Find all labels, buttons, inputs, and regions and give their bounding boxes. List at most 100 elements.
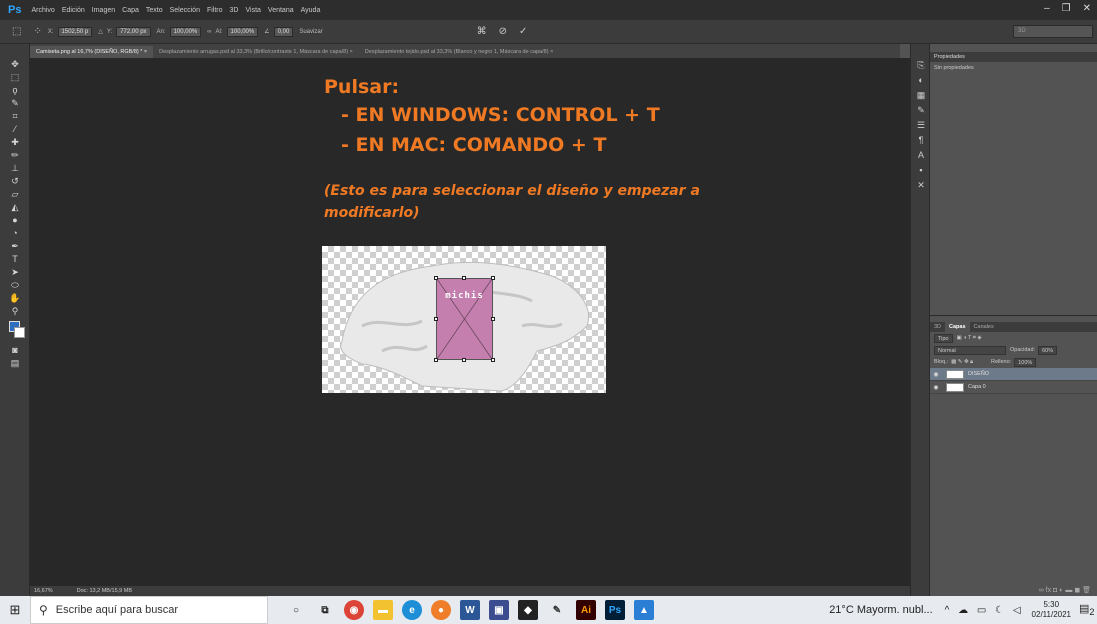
transform-handle-tc[interactable] [462, 276, 466, 280]
y-field[interactable]: 772,00 px [116, 26, 151, 37]
height-field[interactable]: 100,00% [226, 26, 259, 37]
menu-edicion[interactable]: Edición [62, 7, 85, 14]
color-swatches[interactable] [0, 318, 30, 344]
blur-tool-icon[interactable]: ● [0, 214, 30, 227]
history-icon[interactable]: ⎘ [911, 58, 931, 73]
link-icon[interactable]: ∞ [207, 29, 211, 35]
tab-capas[interactable]: Capas [945, 322, 970, 332]
brushes-icon[interactable]: ✎ [911, 103, 931, 118]
properties-title[interactable]: Propiedades [930, 52, 1097, 62]
tab-canales[interactable]: Canales [970, 322, 998, 332]
edge-icon[interactable]: e [402, 600, 422, 620]
cancel-icon[interactable]: ⊘ [499, 26, 507, 37]
clock[interactable]: 5:30 02/11/2021 [1032, 600, 1071, 620]
tray-icons[interactable]: ^ ☁ ▭ ☾ ◁ [945, 605, 1024, 616]
document-image[interactable]: michis [322, 246, 606, 393]
visibility-eye-icon[interactable]: ◉ [930, 371, 942, 378]
app-icon-pen[interactable]: ✎ [547, 600, 567, 620]
pen-tool-icon[interactable]: ✒ [0, 240, 30, 253]
taskbar-search[interactable]: ⚲ Escribe aquí para buscar [30, 596, 268, 624]
menu-filtro[interactable]: Filtro [207, 7, 223, 14]
gradient-tool-icon[interactable]: ◭ [0, 201, 30, 214]
transform-handle-br[interactable] [491, 358, 495, 362]
layer-actions[interactable]: ∞ fx ◘ ◐ ▬ ◼ 🗑︎ [930, 586, 1097, 594]
marquee-tool-icon[interactable]: ⬚ [0, 71, 30, 84]
file-explorer-icon[interactable]: ▬ [373, 600, 393, 620]
tab-desplazamiento-tejido[interactable]: Desplazamiento tejido.psd al 33,3% (Blan… [359, 46, 559, 58]
layer-filter-select[interactable]: Tipo [934, 333, 953, 343]
maps-icon[interactable]: ● [431, 600, 451, 620]
path-select-tool-icon[interactable]: ➤ [0, 266, 30, 279]
adjustments-icon[interactable]: ☰ [911, 118, 931, 133]
transform-handle-tr[interactable] [491, 276, 495, 280]
transform-handle-mr[interactable] [491, 317, 495, 321]
photos-icon[interactable]: ▲ [634, 600, 654, 620]
warp-icon[interactable]: ⌘ [477, 26, 487, 37]
menu-3d[interactable]: 3D [230, 7, 239, 14]
cortana-icon[interactable]: ○ [286, 600, 306, 620]
background-color[interactable] [14, 327, 25, 338]
visibility-eye-icon[interactable]: ◉ [930, 384, 942, 391]
menu-imagen[interactable]: Imagen [92, 7, 115, 14]
quick-select-tool-icon[interactable]: ✎ [0, 97, 30, 110]
hand-tool-icon[interactable]: ✋ [0, 292, 30, 305]
menu-capa[interactable]: Capa [122, 7, 139, 14]
x-field[interactable]: 1502,50 p [57, 26, 93, 37]
quick-mask-icon[interactable]: ◙ [0, 344, 30, 357]
blend-mode-select[interactable]: Normal [934, 345, 1006, 355]
lock-icons[interactable]: ▩ ✎ ✥ 🔒︎ [951, 359, 973, 366]
app-icon-diamond[interactable]: ◆ [518, 600, 538, 620]
layer-comps-icon[interactable]: ▪ [911, 163, 931, 178]
doc-size[interactable]: Doc: 13,2 MB/15,9 MB [73, 588, 132, 594]
workspace-field[interactable]: 3D [1013, 25, 1093, 38]
tab-3d[interactable]: 3D [930, 322, 945, 332]
transform-handle-tl[interactable] [434, 276, 438, 280]
windows-start-icon[interactable]: ⊞ [0, 602, 30, 618]
layer-diseno[interactable]: ◉ DISEÑO [930, 368, 1097, 381]
color-icon[interactable]: ◐ [911, 73, 931, 88]
chrome-icon[interactable]: ◉ [344, 600, 364, 620]
notification-icon[interactable]: ▤2 [1079, 602, 1097, 617]
fill-field[interactable]: 100% [1014, 357, 1037, 367]
filter-icons[interactable]: ▣ ◑ T ⌗ ◈ [957, 335, 982, 342]
healing-tool-icon[interactable]: ✚ [0, 136, 30, 149]
menu-ventana[interactable]: Ventana [268, 7, 294, 14]
smooth-label[interactable]: Suavizar [299, 29, 322, 35]
canvas-area[interactable]: Pulsar: - EN WINDOWS: CONTROL + T - EN M… [30, 58, 910, 586]
history-brush-tool-icon[interactable]: ↺ [0, 175, 30, 188]
design-layer[interactable]: michis [434, 276, 495, 362]
tab-desplazamiento-arrugas[interactable]: Desplazamiento arrugas.psd al 33,3% (Bri… [153, 46, 359, 58]
close-icon[interactable]: ✕ [1083, 3, 1091, 14]
photoshop-taskbar-icon[interactable]: Ps [605, 600, 625, 620]
screen-mode-icon[interactable]: ▤ [0, 357, 30, 370]
illustrator-icon[interactable]: Ai [576, 600, 596, 620]
opacity-field[interactable]: 60% [1038, 345, 1058, 355]
layer-capa-0[interactable]: ◉ Capa 0 [930, 381, 1097, 394]
menu-texto[interactable]: Texto [146, 7, 163, 14]
commit-icon[interactable]: ✓ [519, 26, 527, 37]
swatches-icon[interactable]: ▦ [911, 88, 931, 103]
transform-handle-bl[interactable] [434, 358, 438, 362]
transform-handle-ml[interactable] [434, 317, 438, 321]
reference-point-icon[interactable]: ⁘ [33, 26, 41, 37]
zoom-tool-icon[interactable]: ⚲ [0, 305, 30, 318]
character-icon[interactable]: A [911, 148, 931, 163]
shape-tool-icon[interactable]: ⬭ [0, 279, 30, 292]
weather-widget[interactable]: 21°C Mayorm. nubl... [829, 604, 932, 616]
transform-tool-icon[interactable]: ⬚ [12, 26, 21, 37]
stamp-tool-icon[interactable]: ⊥ [0, 162, 30, 175]
minimize-icon[interactable]: – [1044, 3, 1050, 14]
eyedropper-tool-icon[interactable]: ⁄ [0, 123, 30, 136]
menu-vista[interactable]: Vista [245, 7, 260, 14]
eraser-tool-icon[interactable]: ▱ [0, 188, 30, 201]
menu-seleccion[interactable]: Selección [170, 7, 200, 14]
text-tool-icon[interactable]: T [0, 253, 30, 266]
angle-field[interactable]: 0,00 [273, 26, 294, 37]
width-field[interactable]: 100,00% [169, 26, 202, 37]
dodge-tool-icon[interactable]: ◔ [0, 227, 30, 240]
zoom-level[interactable]: 16,67% [30, 588, 53, 594]
word-icon[interactable]: W [460, 600, 480, 620]
restore-icon[interactable]: ❐ [1062, 3, 1071, 14]
menu-ayuda[interactable]: Ayuda [301, 7, 321, 14]
crop-tool-icon[interactable]: ⌗ [0, 110, 30, 123]
